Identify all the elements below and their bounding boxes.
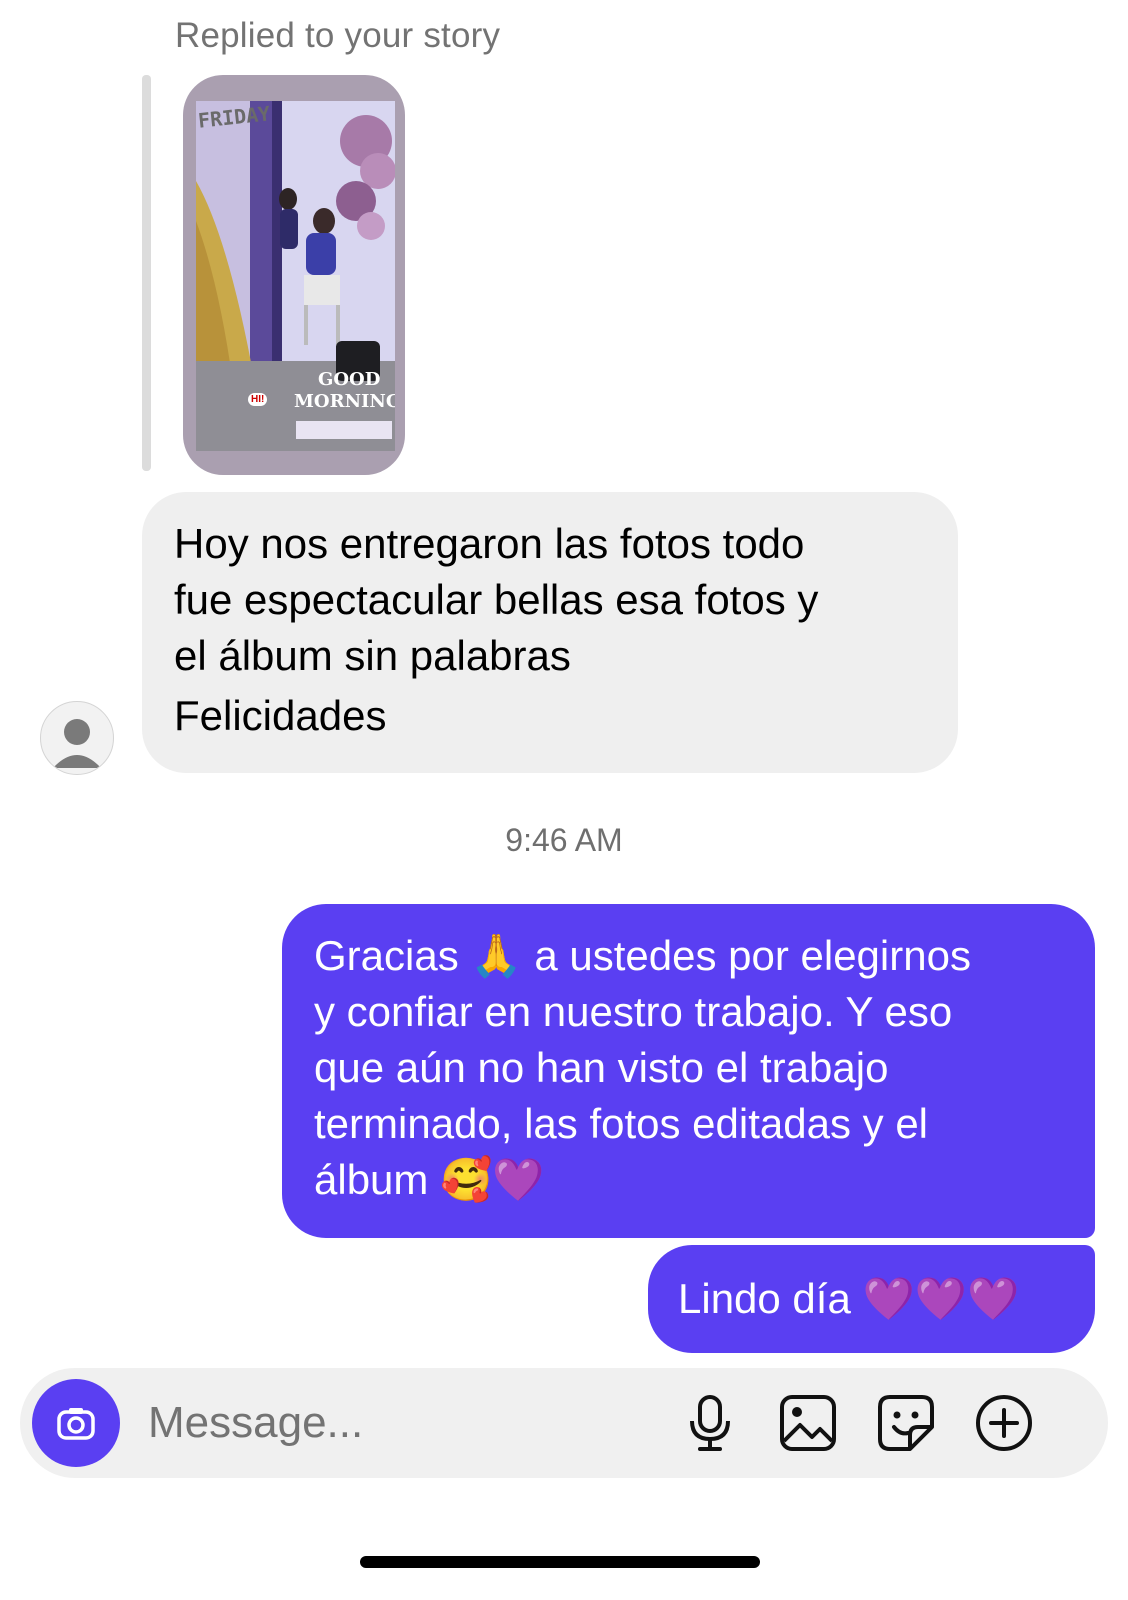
add-button[interactable] bbox=[972, 1391, 1036, 1455]
sticker-button[interactable] bbox=[874, 1391, 938, 1455]
add-icon bbox=[976, 1395, 1032, 1451]
story-sticker-good: GOOD bbox=[318, 369, 381, 390]
reply-indicator-bar bbox=[142, 75, 151, 471]
camera-icon bbox=[57, 1408, 95, 1440]
outgoing-message-bubble-2[interactable]: Lindo día 💜💜💜 bbox=[648, 1245, 1095, 1353]
default-avatar-icon bbox=[53, 719, 101, 768]
message-timestamp: 9:46 AM bbox=[505, 822, 623, 858]
outgoing-message-text-2: Lindo día 💜💜💜 bbox=[678, 1275, 1020, 1322]
story-thumbnail[interactable]: FRIDAY GOOD MORNING HI! bbox=[183, 75, 405, 475]
reply-caption: Replied to your story bbox=[175, 16, 501, 55]
microphone-button[interactable] bbox=[678, 1391, 742, 1455]
home-indicator bbox=[360, 1556, 760, 1568]
gallery-button[interactable] bbox=[776, 1391, 840, 1455]
story-image: FRIDAY GOOD MORNING HI! bbox=[196, 101, 395, 451]
camera-button[interactable] bbox=[32, 1379, 120, 1467]
outgoing-message-bubble[interactable]: Gracias 🙏 a ustedes por elegirnos y conf… bbox=[282, 904, 1095, 1238]
sticker-icon bbox=[878, 1395, 934, 1451]
incoming-message-text-2: Felicidades bbox=[174, 692, 387, 739]
incoming-message-bubble[interactable]: Hoy nos entregaron las fotos todo fue es… bbox=[142, 492, 958, 773]
sender-avatar[interactable] bbox=[40, 701, 114, 775]
story-sticker-morning: MORNING bbox=[294, 391, 395, 412]
outgoing-message-text: Gracias 🙏 a ustedes por elegirnos y conf… bbox=[314, 932, 971, 1203]
gallery-icon bbox=[780, 1395, 836, 1451]
message-input[interactable] bbox=[146, 1392, 670, 1454]
story-badge-hi: HI! bbox=[248, 393, 268, 406]
incoming-message-text: Hoy nos entregaron las fotos todo fue es… bbox=[174, 520, 819, 679]
microphone-icon bbox=[690, 1395, 730, 1451]
